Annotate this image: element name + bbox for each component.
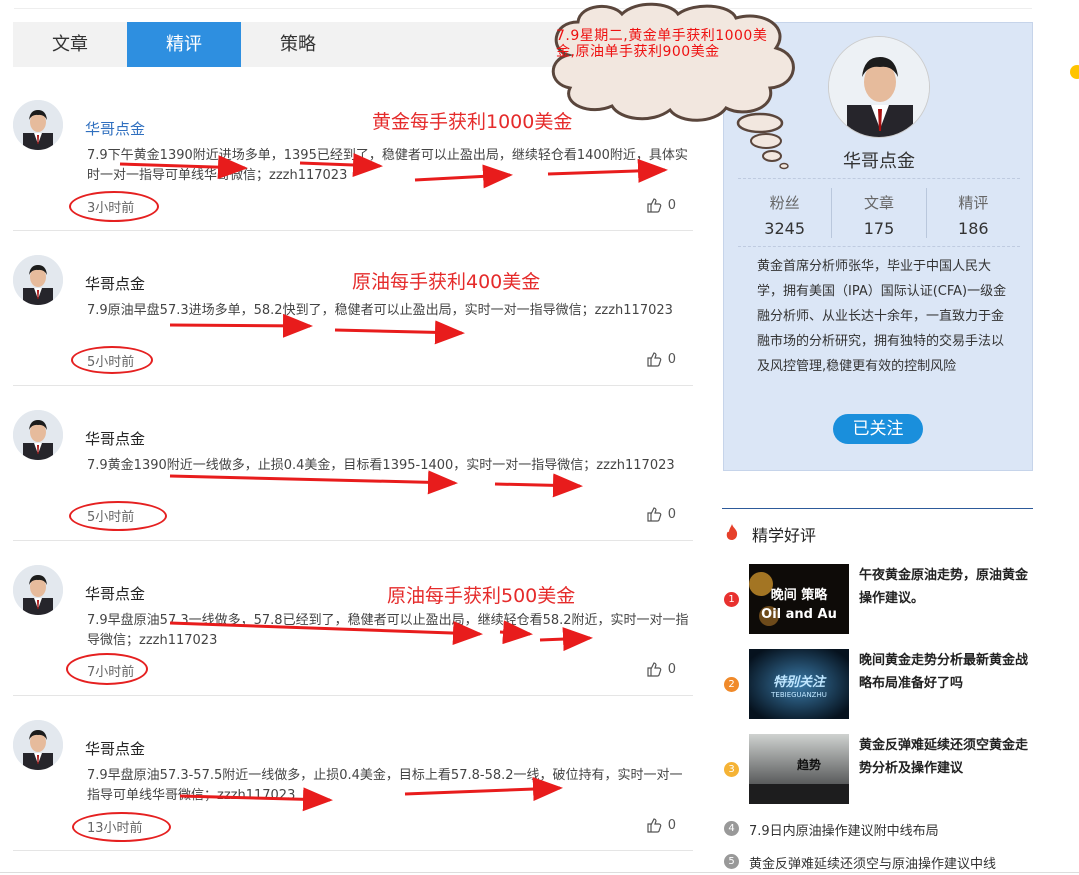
post-content: 7.9早盘原油57.3-57.5附近一线做多，止损0.4美金，目标上看57.8-…	[87, 768, 683, 803]
rank-badge: 5	[724, 854, 739, 869]
thumbs-up-icon	[647, 352, 662, 367]
thumbnail-subtitle: TEBIEGUANZHU	[771, 691, 827, 699]
author-name[interactable]: 华哥点金	[85, 118, 145, 139]
time-highlight-ellipse	[72, 812, 171, 842]
thumbnail-caption: 趋势	[749, 734, 849, 804]
bottom-divider	[0, 872, 1079, 873]
like-count: 0	[667, 351, 676, 367]
hot-item-title[interactable]: 晚间黄金走势分析最新黄金战略布局准备好了吗	[859, 649, 1031, 695]
time-highlight-ellipse	[66, 653, 148, 685]
feed-item: 华哥点金 7.9黄金1390附近一线做多，止损0.4美金，目标看1395-140…	[13, 410, 693, 541]
stat-label: 文章	[863, 194, 894, 212]
rank-badge: 1	[724, 592, 739, 607]
thumbnail-title: 特别关注	[772, 675, 825, 690]
stat-value: 3245	[764, 219, 806, 238]
thumbnail-subtitle: Oil and Au	[761, 607, 837, 622]
follow-button[interactable]: 已关注	[833, 414, 923, 444]
stat-value: 186	[958, 219, 989, 238]
thumbnail-title: 晚间 策略	[770, 588, 828, 603]
fire-icon	[726, 524, 738, 540]
floating-dot[interactable]	[1070, 65, 1079, 79]
like-count: 0	[667, 817, 676, 833]
avatar[interactable]	[13, 565, 63, 615]
divider	[738, 178, 1020, 179]
divider	[738, 246, 1020, 247]
avatar[interactable]	[13, 255, 63, 305]
stat-articles[interactable]: 文章 175	[832, 188, 927, 238]
hot-item[interactable]: 3 趋势 黄金反弹难延续还须空黄金走势分析及操作建议	[722, 734, 1033, 804]
post-content: 7.9早盘原油57.3一线做多，57.8已经到了，稳健者可以止盈出局，继续轻仓看…	[87, 613, 689, 648]
author-name[interactable]: 华哥点金	[85, 583, 145, 604]
tab-strategy[interactable]: 策略	[241, 22, 355, 67]
stat-label: 精评	[958, 194, 989, 212]
author-name[interactable]: 华哥点金	[85, 273, 145, 294]
like-button[interactable]: 0	[646, 351, 676, 367]
feed-item: 华哥点金 7.9早盘原油57.3-57.5附近一线做多，止损0.4美金，目标上看…	[13, 720, 693, 851]
tab-articles[interactable]: 文章	[13, 22, 127, 67]
like-count: 0	[667, 661, 676, 677]
section-divider	[722, 508, 1033, 509]
thumbs-up-icon	[647, 507, 662, 522]
stat-value: 175	[863, 219, 895, 238]
rank-badge: 3	[724, 762, 739, 777]
like-button[interactable]: 0	[646, 661, 676, 677]
thumbnail-title: 趋势	[796, 758, 821, 772]
thumbnail-caption: 晚间 策略 Oil and Au	[749, 564, 849, 634]
like-count: 0	[667, 197, 676, 213]
author-name[interactable]: 华哥点金	[85, 428, 145, 449]
profit-annotation: 原油每手获利500美金	[387, 585, 576, 607]
thought-cloud	[551, 2, 795, 170]
like-button[interactable]: 0	[646, 197, 676, 213]
author-name[interactable]: 华哥点金	[85, 738, 145, 759]
tab-reviews[interactable]: 精评	[127, 22, 241, 67]
hot-link-title[interactable]: 黄金反弹难延续还须空与原油操作建议中线	[749, 853, 996, 872]
thumbs-up-icon	[647, 818, 662, 833]
like-button[interactable]: 0	[646, 506, 676, 522]
like-count: 0	[667, 506, 676, 522]
thumbs-up-icon	[647, 198, 662, 213]
hot-item-title[interactable]: 黄金反弹难延续还须空黄金走势分析及操作建议	[859, 734, 1031, 780]
thumbs-up-icon	[647, 662, 662, 677]
feed-item: 华哥点金 7.9早盘原油57.3一线做多，57.8已经到了，稳健者可以止盈出局，…	[13, 565, 693, 696]
hot-item-title[interactable]: 午夜黄金原油走势，原油黄金操作建议。	[859, 564, 1031, 610]
hot-item[interactable]: 2 特别关注 TEBIEGUANZHU 晚间黄金走势分析最新黄金战略布局准备好了…	[722, 649, 1033, 719]
profit-annotation: 原油每手获利400美金	[352, 271, 541, 293]
rank-badge: 2	[724, 677, 739, 692]
hot-item[interactable]: 1 晚间 策略 Oil and Au 午夜黄金原油走势，原油黄金操作建议。	[722, 564, 1033, 634]
stat-reviews[interactable]: 精评 186	[927, 188, 1020, 238]
profile-bio: 黄金首席分析师张华，毕业于中国人民大学，拥有美国（IPA）国际认证(CFA)一级…	[757, 259, 1007, 374]
avatar[interactable]	[13, 410, 63, 460]
stat-fans[interactable]: 粉丝 3245	[738, 188, 833, 238]
time-highlight-ellipse	[71, 346, 153, 374]
time-highlight-ellipse	[69, 501, 167, 531]
rank-badge: 4	[724, 821, 739, 836]
avatar[interactable]	[13, 720, 63, 770]
hot-list-title: 精学好评	[752, 526, 817, 545]
hot-link-title[interactable]: 7.9日内原油操作建议附中线布局	[749, 820, 939, 839]
stat-label: 粉丝	[769, 194, 800, 212]
profile-stats: 粉丝 3245 文章 175 精评 186	[738, 188, 1020, 238]
profile-avatar[interactable]	[828, 36, 930, 138]
post-content: 7.9原油早盘57.3进场多单，58.2快到了，稳健者可以止盈出局，实时一对一指…	[87, 303, 673, 318]
thumbnail-caption: 特别关注 TEBIEGUANZHU	[749, 649, 849, 719]
time-highlight-ellipse	[69, 191, 159, 222]
like-button[interactable]: 0	[646, 817, 676, 833]
post-content: 7.9黄金1390附近一线做多，止损0.4美金，目标看1395-1400，实时一…	[87, 458, 675, 473]
avatar[interactable]	[13, 100, 63, 150]
cloud-note: 7.9星期二,黄金单手获利1000美金,原油单手获利900美金	[556, 28, 768, 60]
